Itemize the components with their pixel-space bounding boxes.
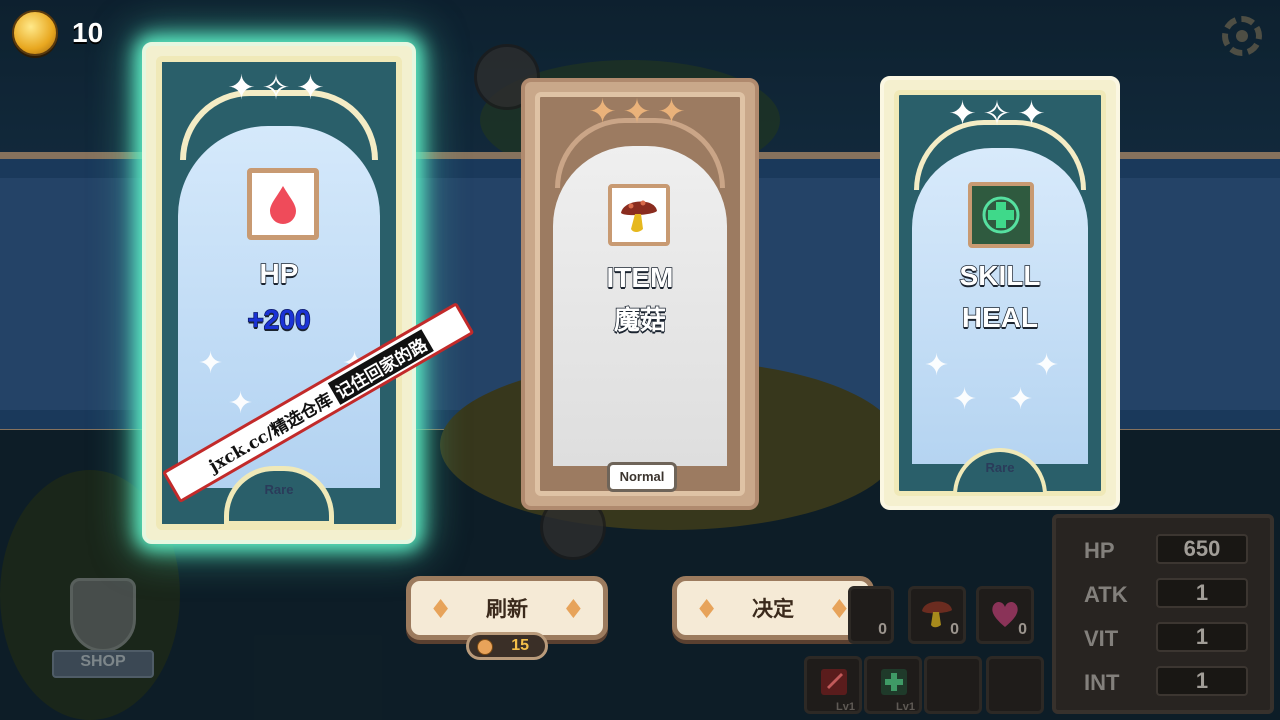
stat-row-atk: ATK 1 bbox=[1070, 576, 1256, 612]
coin-counter: 10 bbox=[12, 10, 103, 56]
diamond-ornament-icon: ♦ bbox=[561, 595, 585, 625]
reward-card-item[interactable]: ✦✦✦ ITEM 魔菇 Normal bbox=[521, 78, 759, 510]
refresh-cost: 15 bbox=[466, 632, 548, 660]
heal-skill-icon bbox=[881, 669, 907, 695]
card-value-label: HEAL bbox=[961, 301, 1039, 334]
gold-coin-icon bbox=[12, 10, 58, 56]
inventory-slot[interactable]: 0 bbox=[976, 586, 1034, 644]
skill-slot-empty[interactable] bbox=[986, 656, 1044, 714]
inventory-slot[interactable]: 0 bbox=[908, 586, 966, 644]
card-rarity-label: Rare bbox=[985, 460, 1015, 475]
card-crown-ornament: ✦✦✦ bbox=[588, 92, 692, 132]
card-value-label: +200 bbox=[247, 303, 312, 336]
card-rarity-label: Rare bbox=[264, 482, 294, 497]
card-value-label: 魔菇 bbox=[613, 305, 667, 337]
shop-label: SHOP bbox=[52, 650, 154, 678]
confirm-label: 决定 bbox=[752, 597, 794, 621]
stat-row-int: INT 1 bbox=[1070, 664, 1256, 700]
gear-icon[interactable] bbox=[1222, 16, 1262, 56]
skill-slot[interactable]: Lv1 bbox=[864, 656, 922, 714]
refresh-label: 刷新 bbox=[486, 597, 528, 621]
blood-drop-icon bbox=[247, 168, 319, 240]
skill-slot-empty[interactable] bbox=[924, 656, 982, 714]
sword-skill-icon bbox=[821, 669, 847, 695]
stat-row-vit: VIT 1 bbox=[1070, 620, 1256, 656]
mushroom-icon bbox=[608, 184, 670, 246]
heal-cross-icon bbox=[968, 182, 1034, 248]
refresh-button[interactable]: ♦ 刷新 ♦ bbox=[406, 576, 608, 640]
card-crown-ornament: ✦✧✦ bbox=[948, 94, 1052, 134]
card-type-label: HP bbox=[259, 257, 299, 290]
card-type-label: SKILL bbox=[959, 259, 1041, 292]
stats-panel: HP 650 ATK 1 VIT 1 INT 1 bbox=[1052, 514, 1274, 714]
shop-icon bbox=[70, 578, 136, 652]
reward-card-skill[interactable]: ✦✧✦ ✦ ✦ ✦ ✦ SKILL HEAL Rare bbox=[880, 76, 1120, 510]
confirm-button[interactable]: ♦ 决定 ♦ bbox=[672, 576, 874, 640]
heart-potion-icon bbox=[992, 601, 1018, 627]
diamond-ornament-icon: ♦ bbox=[695, 595, 719, 625]
stat-row-hp: HP 650 bbox=[1070, 532, 1256, 568]
coin-count: 10 bbox=[72, 17, 104, 48]
diamond-ornament-icon: ♦ bbox=[429, 595, 453, 625]
skill-slot[interactable]: Lv1 bbox=[804, 656, 862, 714]
card-rarity-label: Normal bbox=[607, 462, 677, 492]
card-crown-ornament: ✦✧✦ bbox=[227, 68, 331, 108]
coin-icon bbox=[477, 639, 493, 655]
shop-button[interactable]: SHOP bbox=[48, 566, 158, 686]
inventory-slot[interactable]: 0 bbox=[848, 586, 894, 644]
card-type-label: ITEM bbox=[606, 261, 674, 294]
